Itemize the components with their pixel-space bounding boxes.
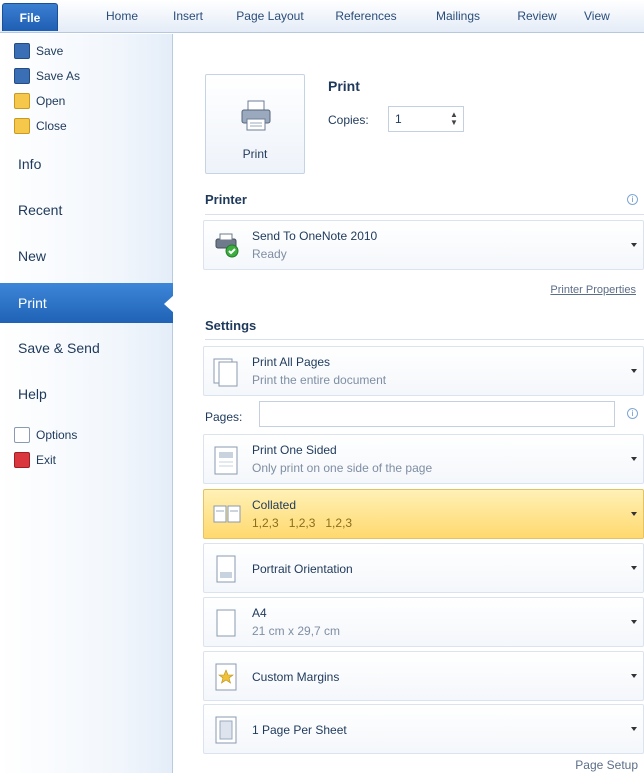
nav-save-as-label: Save As xyxy=(36,69,81,83)
collation-title: Collated xyxy=(252,498,297,512)
nav-save-and-send[interactable]: Save & Send xyxy=(0,328,173,368)
pages-label: Pages: xyxy=(205,410,243,424)
sides-subtitle: Only print on one side of the page xyxy=(252,461,433,475)
pages-input[interactable] xyxy=(260,402,614,426)
nav-close[interactable]: Close xyxy=(0,114,173,138)
selection-notch xyxy=(164,295,174,313)
nav-save[interactable]: Save xyxy=(0,39,173,63)
print-range-subtitle: Print the entire document xyxy=(252,373,387,387)
open-folder-icon xyxy=(14,93,30,109)
tab-view[interactable]: View xyxy=(584,0,644,33)
print-range-title: Print All Pages xyxy=(252,355,331,369)
margins-title: Custom Margins xyxy=(252,670,340,684)
nav-close-label: Close xyxy=(36,119,67,133)
sides-dropdown[interactable]: Print One Sided Only print on one side o… xyxy=(203,434,644,484)
nav-exit[interactable]: Exit xyxy=(0,448,173,472)
nav-save-label: Save xyxy=(36,44,64,58)
print-panel: Print Print Copies: ▲ ▼ Printer i Send T… xyxy=(174,34,644,773)
printer-status: Ready xyxy=(252,247,287,261)
tab-page-layout[interactable]: Page Layout xyxy=(220,0,320,33)
save-icon xyxy=(14,43,30,59)
nav-info[interactable]: Info xyxy=(0,144,173,184)
nav-print[interactable]: Print xyxy=(0,283,174,323)
print-button-label: Print xyxy=(242,147,268,161)
pages-icon xyxy=(213,358,238,387)
chevron-down-icon xyxy=(631,457,637,461)
paper-size-icon xyxy=(216,609,236,637)
tab-references[interactable]: References xyxy=(322,0,410,33)
paper-size-subtitle: 21 cm x 29,7 cm xyxy=(252,624,341,638)
copies-spinner[interactable]: ▲ ▼ xyxy=(449,111,459,127)
copies-label: Copies: xyxy=(328,113,369,127)
chevron-down-icon xyxy=(631,512,637,516)
settings-section-title: Settings xyxy=(205,318,257,333)
pages-field xyxy=(259,401,615,427)
paper-size-dropdown[interactable]: A4 21 cm x 29,7 cm xyxy=(203,597,644,647)
copies-stepper: ▲ ▼ xyxy=(388,106,464,132)
nav-recent[interactable]: Recent xyxy=(0,190,173,230)
print-heading: Print xyxy=(328,78,360,94)
pages-per-sheet-dropdown[interactable]: 1 Page Per Sheet xyxy=(203,704,644,754)
pages-info-icon[interactable]: i xyxy=(627,408,638,419)
chevron-down-icon xyxy=(631,727,637,731)
orientation-dropdown[interactable]: Portrait Orientation xyxy=(203,543,644,593)
sides-title: Print One Sided xyxy=(252,443,337,457)
nav-open-label: Open xyxy=(36,94,66,108)
copies-input[interactable] xyxy=(389,107,439,131)
collation-dropdown[interactable]: Collated 1,2,3 1,2,3 1,2,3 xyxy=(203,489,644,539)
nav-save-as[interactable]: Save As xyxy=(0,64,173,88)
nav-options-label: Options xyxy=(36,428,78,442)
pages-per-sheet-title: 1 Page Per Sheet xyxy=(252,723,347,737)
chevron-down-icon xyxy=(631,620,637,624)
printer-icon xyxy=(241,100,271,131)
ribbon-tab-bar: File Home Insert Page Layout References … xyxy=(0,0,644,33)
tab-review[interactable]: Review xyxy=(504,0,570,33)
printer-section-title: Printer xyxy=(205,192,247,207)
print-button[interactable]: Print xyxy=(205,74,305,174)
nav-open[interactable]: Open xyxy=(0,89,173,113)
nav-exit-label: Exit xyxy=(36,453,57,467)
tab-insert[interactable]: Insert xyxy=(160,0,216,33)
printer-info-icon[interactable]: i xyxy=(627,194,638,205)
chevron-down-icon xyxy=(631,369,637,373)
portrait-icon xyxy=(216,555,236,583)
nav-help[interactable]: Help xyxy=(0,374,173,414)
paper-size-title: A4 xyxy=(252,606,267,620)
printer-divider xyxy=(205,214,644,215)
page-per-sheet-icon xyxy=(215,716,237,744)
close-folder-icon xyxy=(14,118,30,134)
options-icon xyxy=(14,427,30,443)
printer-dropdown[interactable]: Send To OneNote 2010 Ready xyxy=(203,220,644,270)
collation-subtitle: 1,2,3 1,2,3 1,2,3 xyxy=(252,516,353,530)
spin-down-icon[interactable]: ▼ xyxy=(449,119,459,127)
printer-properties-link[interactable]: Printer Properties xyxy=(550,284,636,296)
margins-dropdown[interactable]: Custom Margins xyxy=(203,651,644,701)
nav-print-label: Print xyxy=(18,295,47,311)
save-as-icon xyxy=(14,68,30,84)
chevron-down-icon xyxy=(631,674,637,678)
chevron-down-icon xyxy=(631,243,637,247)
printer-device-icon xyxy=(215,233,239,258)
tab-home[interactable]: Home xyxy=(86,0,158,33)
printer-name: Send To OneNote 2010 xyxy=(252,229,378,243)
margins-icon xyxy=(215,663,237,691)
orientation-title: Portrait Orientation xyxy=(252,562,353,576)
settings-divider xyxy=(205,339,644,340)
print-range-dropdown[interactable]: Print All Pages Print the entire documen… xyxy=(203,346,644,396)
nav-new[interactable]: New xyxy=(0,236,173,276)
chevron-down-icon xyxy=(631,566,637,570)
exit-icon xyxy=(14,452,30,468)
page-setup-link[interactable]: Page Setup xyxy=(575,758,638,772)
one-sided-icon xyxy=(214,446,238,475)
tab-mailings[interactable]: Mailings xyxy=(418,0,498,33)
backstage-nav: Save Save As Open Close Info Recent New … xyxy=(0,34,174,773)
collated-icon xyxy=(213,505,241,523)
tab-file[interactable]: File xyxy=(2,3,58,31)
nav-options[interactable]: Options xyxy=(0,423,173,447)
